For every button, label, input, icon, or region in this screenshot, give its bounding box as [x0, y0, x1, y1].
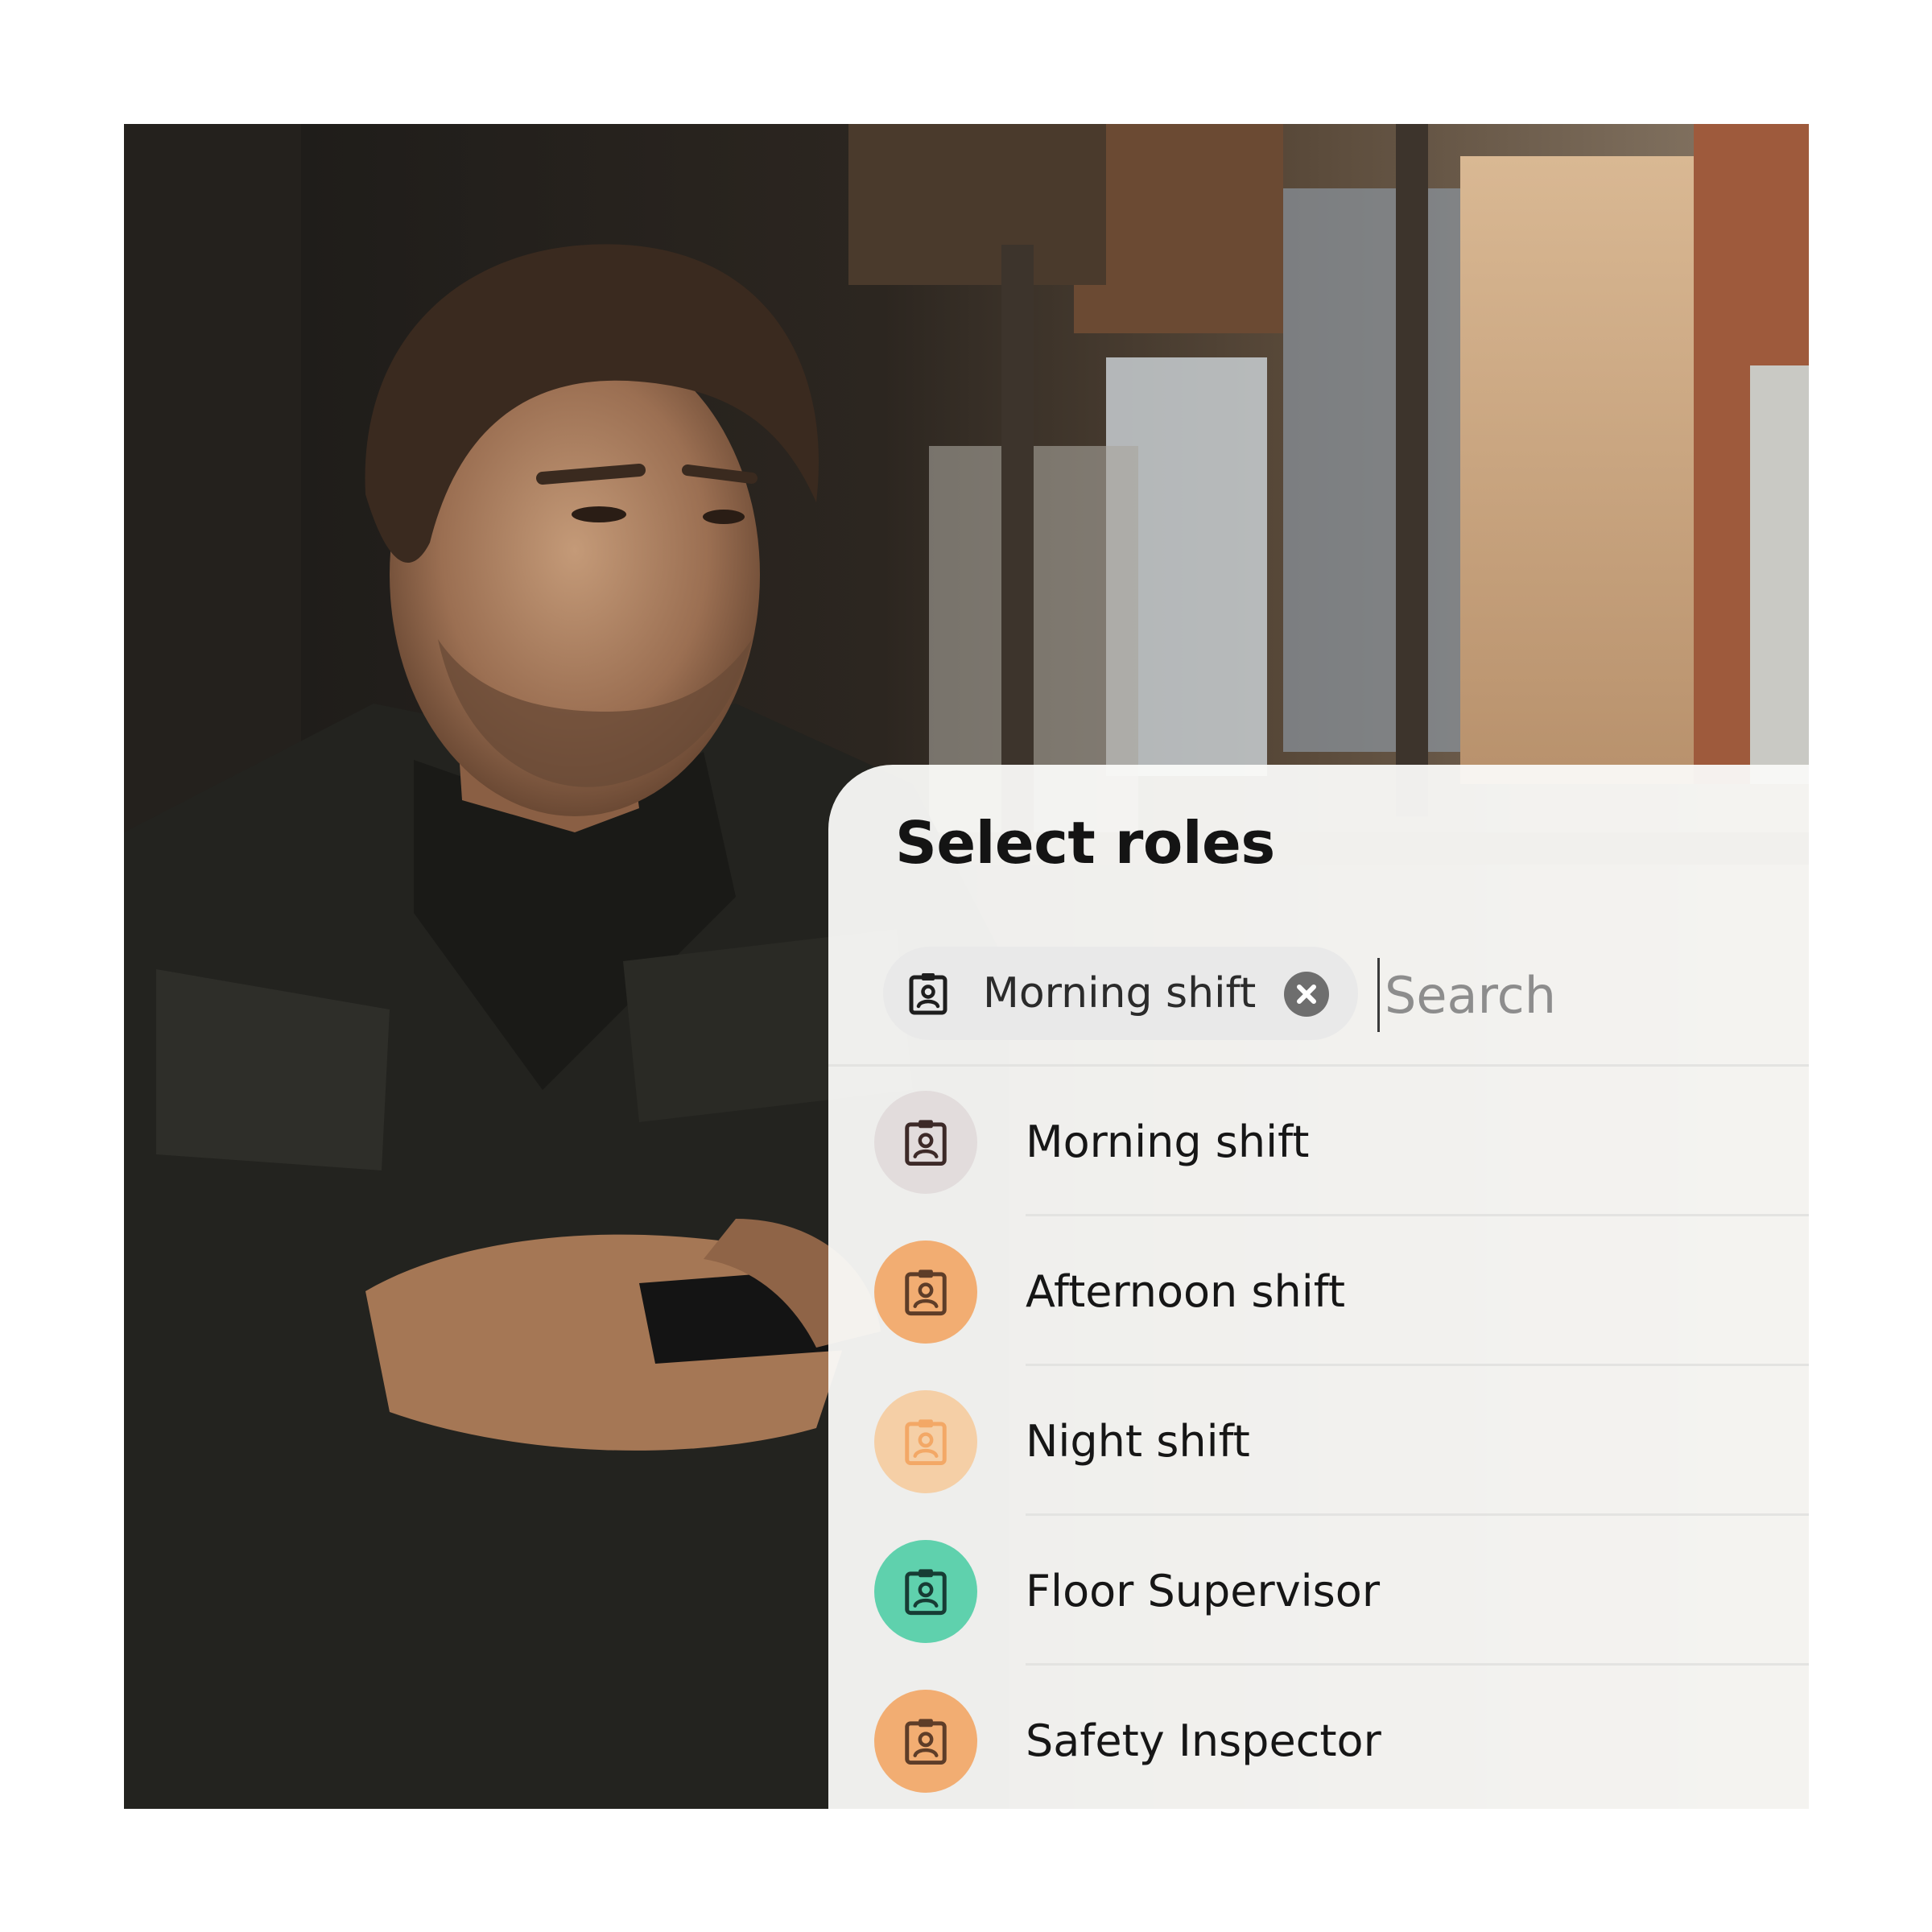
role-option[interactable]: Morning shift: [828, 1067, 1809, 1216]
panel-title: Select roles: [895, 809, 1275, 877]
role-option[interactable]: Floor Supervisor: [828, 1516, 1809, 1666]
role-avatar: [874, 1540, 977, 1643]
role-list: Morning shift Afternoon shift Night shift F…: [828, 1067, 1809, 1809]
role-search-row: Morning shift: [883, 947, 1809, 1040]
badge-icon: [905, 1269, 947, 1316]
role-option-label: Safety Inspector: [1026, 1715, 1381, 1766]
selected-role-chip-label: Morning shift: [983, 969, 1257, 1018]
role-picker-panel: Select roles Morning shift Morning shift…: [828, 765, 1809, 1809]
role-option[interactable]: Afternoon shift: [828, 1216, 1809, 1366]
role-option[interactable]: Night shift: [828, 1366, 1809, 1516]
role-option-label: Night shift: [1026, 1416, 1250, 1467]
role-avatar: [874, 1241, 977, 1344]
role-avatar: [874, 1390, 977, 1493]
role-option-label: Floor Supervisor: [1026, 1566, 1381, 1616]
role-option-label: Morning shift: [1026, 1117, 1310, 1167]
badge-icon: [906, 971, 951, 1016]
selected-role-chip[interactable]: Morning shift: [883, 947, 1358, 1040]
badge-icon: [905, 1419, 947, 1466]
search-input[interactable]: [1377, 958, 1789, 1032]
badge-icon: [905, 1719, 947, 1765]
role-option[interactable]: Safety Inspector: [828, 1666, 1809, 1809]
role-avatar: [874, 1690, 977, 1793]
role-option-label: Afternoon shift: [1026, 1266, 1346, 1317]
badge-icon: [905, 1120, 947, 1166]
badge-icon: [905, 1569, 947, 1616]
role-avatar: [874, 1091, 977, 1194]
close-circle-icon[interactable]: [1284, 972, 1329, 1017]
